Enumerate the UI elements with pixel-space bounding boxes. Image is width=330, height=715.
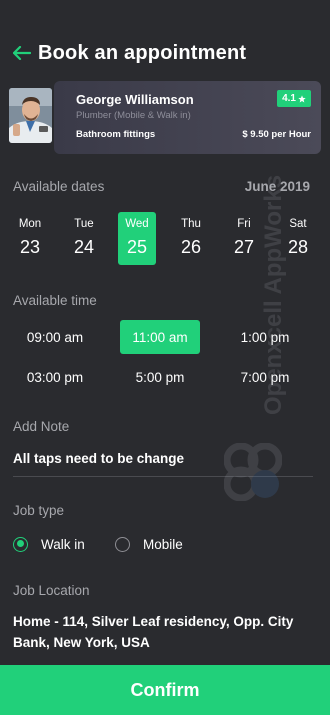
avatar-photo xyxy=(9,88,52,143)
date-wed-25[interactable]: Wed 25 xyxy=(118,212,156,265)
radio-label: Mobile xyxy=(143,536,183,552)
date-dow: Sat xyxy=(289,218,307,230)
date-day: 26 xyxy=(180,237,202,257)
date-dow: Mon xyxy=(18,218,42,230)
time-slot-0500pm[interactable]: 5:00 pm xyxy=(120,360,200,394)
time-slot-0900am[interactable]: 09:00 am xyxy=(15,320,95,354)
date-sat-28[interactable]: Sat 28 xyxy=(279,212,317,265)
date-day: 27 xyxy=(233,237,255,257)
job-type-mobile[interactable]: Mobile xyxy=(115,534,183,554)
provider-name: George Williamson xyxy=(76,92,194,107)
date-tue-24[interactable]: Tue 24 xyxy=(65,212,103,265)
provider-role: Plumber (Mobile & Walk in) xyxy=(76,110,191,121)
time-slot-0300pm[interactable]: 03:00 pm xyxy=(15,360,95,394)
note-underline xyxy=(13,476,313,477)
job-location-label: Job Location xyxy=(13,583,90,598)
job-location-value[interactable]: Home - 114, Silver Leaf residency, Opp. … xyxy=(13,611,318,653)
back-button[interactable] xyxy=(4,35,40,71)
date-dow: Fri xyxy=(237,218,251,230)
date-thu-26[interactable]: Thu 26 xyxy=(172,212,210,265)
provider-card[interactable]: George Williamson Plumber (Mobile & Walk… xyxy=(54,81,321,154)
time-slot-1100am[interactable]: 11:00 am xyxy=(120,320,200,354)
star-icon xyxy=(298,94,306,102)
arrow-left-icon xyxy=(13,46,31,60)
radio-label: Walk in xyxy=(41,536,85,552)
available-dates-label: Available dates xyxy=(13,179,105,194)
date-day: 23 xyxy=(19,237,41,257)
date-day: 24 xyxy=(73,237,95,257)
job-type-walk-in[interactable]: Walk in xyxy=(13,534,85,554)
available-time-label: Available time xyxy=(13,293,97,308)
service-price: $ 9.50 per Hour xyxy=(242,129,311,140)
radio-unchecked-icon xyxy=(115,536,130,552)
time-slot-0700pm[interactable]: 7:00 pm xyxy=(225,360,305,394)
add-note-label: Add Note xyxy=(13,419,70,434)
avatar xyxy=(9,88,52,143)
service-name: Bathroom fittings xyxy=(76,129,156,140)
month-label: June 2019 xyxy=(244,179,310,194)
date-mon-23[interactable]: Mon 23 xyxy=(11,212,49,265)
header: Book an appointment xyxy=(0,30,330,76)
time-slot-0100pm[interactable]: 1:00 pm xyxy=(225,320,305,354)
date-dow: Thu xyxy=(181,218,201,230)
date-day: 28 xyxy=(287,237,309,257)
watermark-logo-icon xyxy=(224,443,282,501)
confirm-button[interactable]: Confirm xyxy=(0,665,330,715)
date-dow: Tue xyxy=(74,218,94,230)
date-dow: Wed xyxy=(125,218,149,230)
date-picker: Mon 23 Tue 24 Wed 25 Thu 26 Fri 27 Sat 2… xyxy=(6,212,324,265)
rating-badge: 4.1 xyxy=(277,90,311,107)
note-input[interactable]: All taps need to be change xyxy=(13,451,184,466)
date-fri-27[interactable]: Fri 27 xyxy=(225,212,263,265)
radio-checked-icon xyxy=(13,536,28,552)
rating-value: 4.1 xyxy=(282,93,296,104)
date-day: 25 xyxy=(126,237,148,257)
job-type-label: Job type xyxy=(13,503,65,518)
page-title: Book an appointment xyxy=(38,41,247,64)
